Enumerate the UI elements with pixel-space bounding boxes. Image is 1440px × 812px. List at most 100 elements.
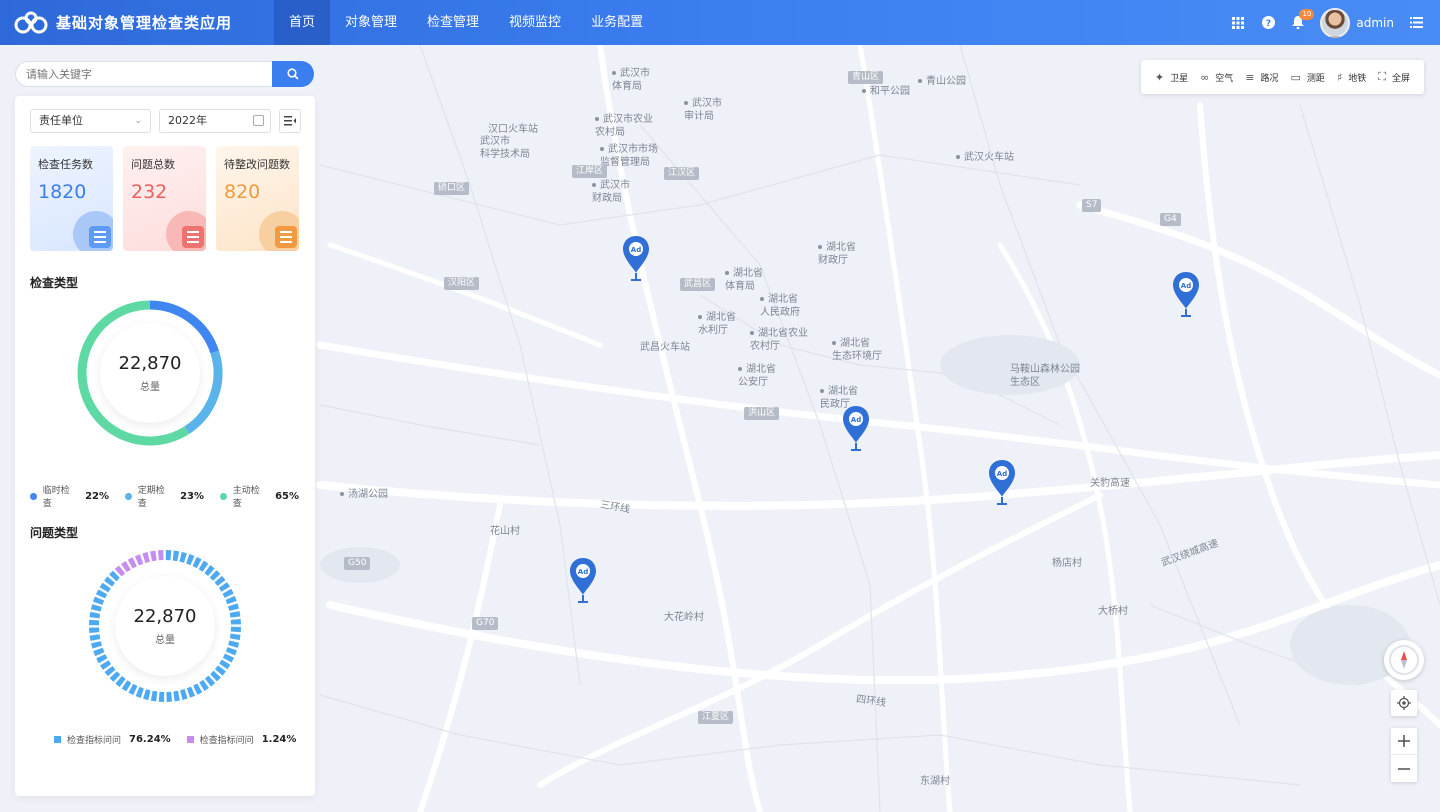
map-place-label: 湖北省 生态环境厅 xyxy=(832,338,882,362)
donut-segment[interactable] xyxy=(89,634,101,641)
marker-label: Ad xyxy=(997,470,1007,478)
donut-segment[interactable] xyxy=(143,689,151,701)
nav-home[interactable]: 首页 xyxy=(274,0,331,45)
legend-item[interactable]: 定期检查 23% xyxy=(125,483,204,509)
donut-segment[interactable] xyxy=(230,626,241,633)
tool-ruler[interactable]: ▭ 测距 xyxy=(1291,71,1325,84)
username[interactable]: admin xyxy=(1356,16,1394,30)
donut-segment[interactable] xyxy=(93,647,105,657)
donut-segment[interactable] xyxy=(95,589,108,599)
donut-segment[interactable] xyxy=(166,691,173,702)
donut-segment[interactable] xyxy=(93,596,105,605)
stat-card-pending[interactable]: 待整改问题数 820 xyxy=(216,146,299,251)
stat-card-tasks[interactable]: 检查任务数 1820 xyxy=(30,146,113,251)
stat-card-problems[interactable]: 问题总数 232 xyxy=(123,146,206,251)
nav-inspection-management[interactable]: 检查管理 xyxy=(412,0,494,45)
tool-metro[interactable]: ♯ 地铁 xyxy=(1337,71,1366,84)
map-place-label: 湖北省 公安厅 xyxy=(738,364,776,388)
donut-segment[interactable] xyxy=(135,686,144,698)
donut-segment[interactable] xyxy=(186,554,195,566)
year-picker[interactable]: 2022年 xyxy=(159,109,271,133)
problem-type-donut[interactable]: 22,870 总量 xyxy=(87,548,243,704)
avatar[interactable] xyxy=(1320,7,1351,38)
donut-segment[interactable] xyxy=(186,686,196,698)
map-marker[interactable]: Ad xyxy=(1172,271,1200,319)
grid-icon[interactable] xyxy=(1230,15,1246,31)
checklist-icon xyxy=(89,226,111,248)
map-place-label: 马鞍山森林公园 生态区 xyxy=(1010,364,1080,388)
donut-segment[interactable] xyxy=(150,550,157,562)
donut-segment[interactable] xyxy=(165,550,172,561)
donut-segment[interactable] xyxy=(228,603,239,611)
donut-segment[interactable] xyxy=(142,552,150,563)
map-place-label: 花山村 xyxy=(490,526,520,537)
compass-control[interactable] xyxy=(1384,640,1424,680)
donut-segment[interactable] xyxy=(158,691,165,702)
map-place-label: 青山公园 xyxy=(918,75,966,88)
donut-segment[interactable] xyxy=(134,554,144,566)
donut-segment[interactable] xyxy=(228,640,240,648)
tool-fullscreen[interactable]: ⛶ 全屏 xyxy=(1378,70,1410,84)
legend-item[interactable]: 检查指标问问 1.24% xyxy=(186,733,296,746)
legend-item[interactable]: 检查指标问问 76.24% xyxy=(54,733,171,746)
tool-satellite[interactable]: ✦ 卫星 xyxy=(1155,71,1188,84)
app-logo[interactable]: 基础对象管理检查类应用 xyxy=(0,11,274,35)
search-button[interactable] xyxy=(272,61,314,87)
map-marker[interactable]: Ad xyxy=(569,557,597,605)
donut-segment[interactable] xyxy=(179,551,187,563)
district-label: 硚口区 xyxy=(434,182,470,195)
bell-icon[interactable]: 10 xyxy=(1290,8,1315,31)
zoom-in-button[interactable] xyxy=(1391,728,1417,755)
collapse-menu-button[interactable] xyxy=(279,109,301,133)
map-marker[interactable]: Ad xyxy=(622,235,650,283)
donut-segment[interactable] xyxy=(89,627,100,634)
donut-segment[interactable] xyxy=(229,611,241,618)
donut-segment[interactable] xyxy=(229,633,241,641)
list-menu-icon[interactable] xyxy=(1408,15,1424,31)
donut-segment[interactable] xyxy=(89,619,100,626)
problem-type-title: 问题类型 xyxy=(30,526,79,540)
donut-segment[interactable] xyxy=(96,654,108,664)
locate-button[interactable] xyxy=(1391,690,1417,716)
zoom-out-button[interactable] xyxy=(1391,755,1417,782)
tool-traffic[interactable]: ≡ 路况 xyxy=(1245,71,1278,84)
donut-segment[interactable] xyxy=(157,550,164,561)
donut-segment[interactable] xyxy=(180,689,188,700)
donut-segment[interactable] xyxy=(89,611,101,619)
map-place-label: 武汉市 科学技术局 xyxy=(480,136,530,160)
donut-segment[interactable] xyxy=(127,557,137,569)
donut-segment[interactable] xyxy=(90,604,102,612)
marker-label: Ad xyxy=(851,416,861,424)
donut-segment[interactable] xyxy=(150,690,158,702)
legend-label: 检查指标问问 xyxy=(67,736,122,746)
stat-value: 232 xyxy=(131,181,168,203)
inspection-type-donut[interactable]: 22,870 总量 xyxy=(73,296,227,450)
donut-segment[interactable] xyxy=(128,683,138,696)
donut-segment[interactable] xyxy=(172,550,180,562)
unit-select[interactable]: 责任单位 ⌄ xyxy=(30,109,151,133)
nav-object-management[interactable]: 对象管理 xyxy=(330,0,412,45)
map-marker[interactable]: Ad xyxy=(842,405,870,453)
donut-segment[interactable] xyxy=(225,595,237,605)
search-input[interactable] xyxy=(15,61,272,87)
map-marker[interactable]: Ad xyxy=(988,459,1016,507)
nav-business-config[interactable]: 业务配置 xyxy=(576,0,658,45)
donut-segment[interactable] xyxy=(193,683,203,695)
legend-item[interactable]: 临时检查 22% xyxy=(30,483,109,509)
donut-segment[interactable] xyxy=(91,641,102,649)
donut-segment[interactable] xyxy=(192,556,202,569)
donut-segment[interactable] xyxy=(173,690,180,702)
tool-air[interactable]: ∞ 空气 xyxy=(1200,71,1233,84)
nav-video-monitoring[interactable]: 视频监控 xyxy=(494,0,576,45)
legend-square xyxy=(186,736,194,743)
donut-segment[interactable] xyxy=(225,647,237,656)
legend-item[interactable]: 主动检查 65% xyxy=(220,483,299,509)
donut-segment[interactable] xyxy=(222,653,235,663)
inspection-legend: 临时检查 22% 定期检查 23% 主动检查 65% xyxy=(30,483,315,509)
donut-segment[interactable] xyxy=(222,588,234,598)
locate-icon xyxy=(1397,696,1411,710)
donut-segment[interactable] xyxy=(230,618,241,625)
search-icon xyxy=(287,68,299,80)
help-icon[interactable]: ? xyxy=(1260,15,1276,31)
calendar-icon xyxy=(253,115,264,126)
